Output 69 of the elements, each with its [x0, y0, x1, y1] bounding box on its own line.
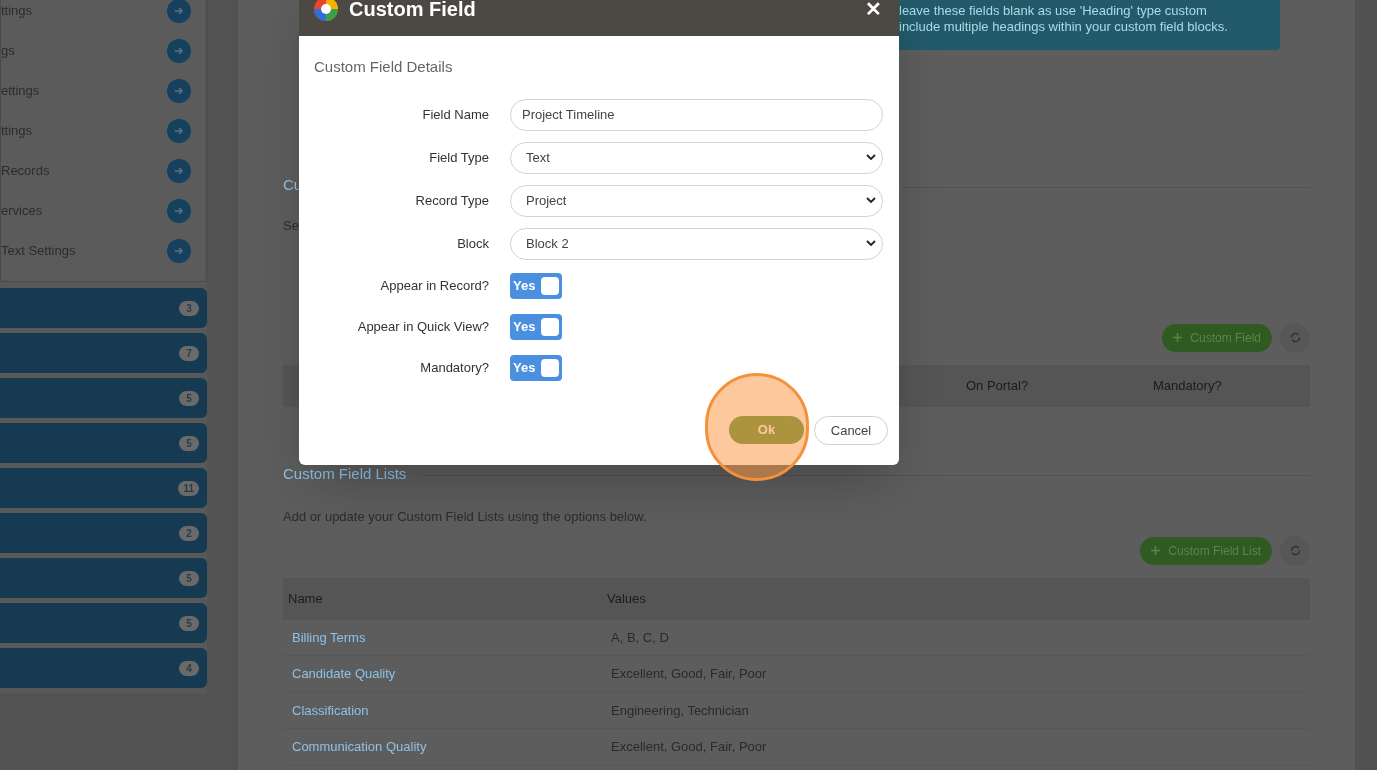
- count-badge: 5: [179, 570, 199, 586]
- list-name-link[interactable]: Communication Quality: [292, 737, 611, 757]
- list-name-link[interactable]: Candidate Quality: [292, 664, 611, 684]
- field-label: Appear in Quick View?: [356, 317, 489, 336]
- sidebar-group-bar[interactable]: 4: [0, 648, 207, 688]
- column-header: Values: [607, 589, 646, 608]
- column-header: Name: [288, 589, 324, 608]
- chevron-icon: [866, 240, 876, 247]
- refresh-icon: [1289, 332, 1301, 343]
- sidebar-group-bar[interactable]: 5: [0, 603, 207, 643]
- sidebar-group-bar[interactable]: 5: [0, 378, 207, 418]
- toggle-switch[interactable]: Yes: [510, 272, 562, 299]
- field-label: Field Type: [428, 148, 489, 167]
- banner-text: include multiple headings within your custom field blocks.: [899, 19, 1229, 35]
- cancel-button[interactable]: Cancel: [814, 416, 888, 445]
- refresh-button[interactable]: [1280, 322, 1310, 353]
- sidebar-group-bar[interactable]: 7: [0, 333, 207, 373]
- list-name-link[interactable]: Classification: [292, 700, 611, 720]
- name-input[interactable]: Project Timeline: [510, 98, 883, 131]
- sidebar-group-bar[interactable]: 5: [0, 558, 207, 598]
- count-badge: 4: [179, 660, 199, 676]
- go-button[interactable]: [167, 0, 191, 23]
- field-label: Record Type: [414, 191, 489, 210]
- arrow-icon: [173, 85, 185, 97]
- list-name-link[interactable]: Billing Terms: [292, 627, 611, 647]
- go-button[interactable]: [167, 199, 191, 223]
- logo-icon: [313, 0, 339, 22]
- toggle-switch[interactable]: Yes: [510, 313, 562, 340]
- column-header: On Portal?: [966, 376, 1030, 395]
- chevron-icon: [866, 197, 876, 204]
- toggle-switch[interactable]: Yes: [510, 354, 562, 381]
- sidebar-group-bar[interactable]: 3: [0, 288, 207, 328]
- arrow-icon: [173, 165, 185, 177]
- count-badge: 3: [179, 300, 199, 316]
- close-button[interactable]: ✕: [861, 0, 885, 21]
- go-button[interactable]: [167, 79, 191, 103]
- go-button[interactable]: [167, 239, 191, 263]
- sidebar-group-bar[interactable]: 5: [0, 423, 207, 463]
- sidebar-group-bar[interactable]: 11: [0, 468, 207, 508]
- section-title: Custom Field Details: [314, 57, 454, 77]
- banner-text: leave these fields blank as use 'Heading' type custom: [899, 3, 1208, 19]
- field-label: Block: [456, 234, 489, 253]
- field-label: Appear in Record?: [379, 276, 489, 295]
- count-badge: 5: [179, 390, 199, 406]
- field-label: Field Name: [421, 105, 489, 124]
- refresh-icon: [1289, 545, 1301, 556]
- arrow-icon: [173, 245, 185, 257]
- column-header: Mandatory?: [1153, 376, 1222, 395]
- count-badge: 5: [179, 615, 199, 631]
- dialog-title: Custom Field: [349, 0, 476, 22]
- section-heading: Custom Field Lists: [283, 463, 407, 484]
- arrow-icon: [173, 45, 185, 57]
- count-badge: 2: [179, 525, 199, 541]
- sidebar-group-bar[interactable]: 2: [0, 513, 207, 553]
- chevron-icon: [866, 154, 876, 161]
- count-badge: 11: [178, 480, 199, 496]
- refresh-button[interactable]: [1280, 535, 1310, 566]
- ok-button[interactable]: Ok: [729, 416, 804, 444]
- plus-icon: [1151, 546, 1161, 555]
- count-badge: 5: [179, 435, 199, 451]
- go-button[interactable]: [167, 119, 191, 143]
- arrow-icon: [173, 205, 185, 217]
- field-label: Mandatory?: [419, 358, 489, 377]
- go-button[interactable]: [167, 39, 191, 63]
- count-badge: 7: [179, 345, 199, 361]
- arrow-icon: [173, 125, 185, 137]
- go-button[interactable]: [167, 159, 191, 183]
- plus-icon: [1173, 333, 1183, 342]
- arrow-icon: [173, 5, 185, 17]
